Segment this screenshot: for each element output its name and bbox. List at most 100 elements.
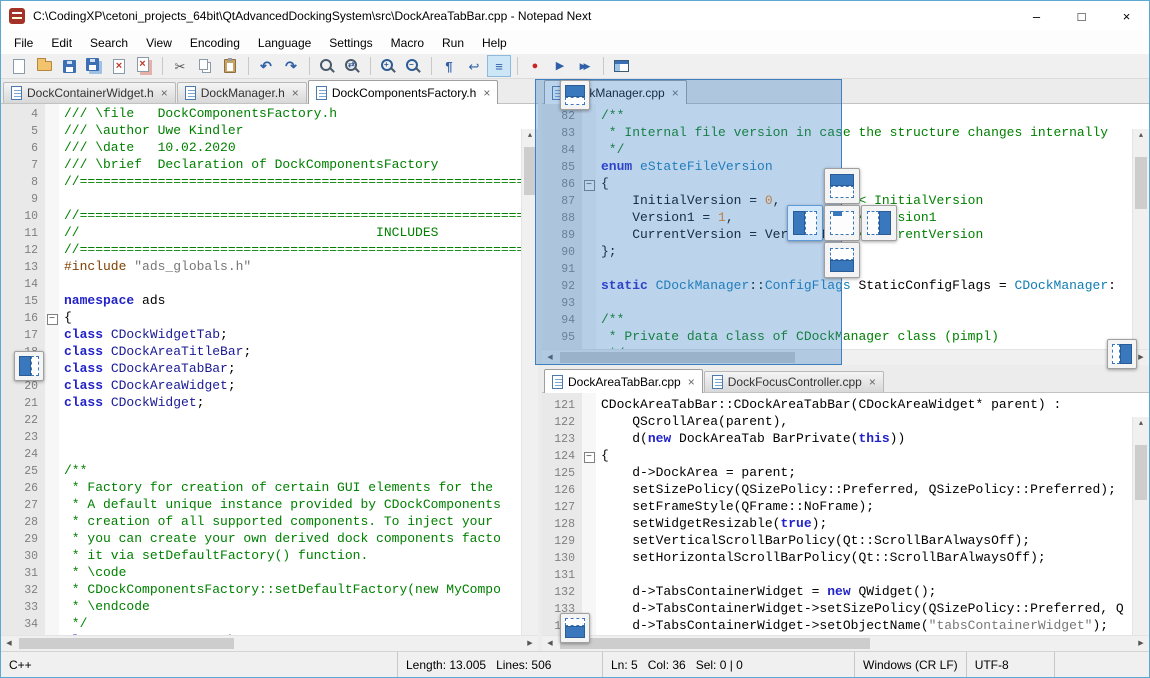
code-text[interactable]: /// \file DockComponentsFactory.h	[59, 106, 337, 121]
code-text[interactable]: class CDockWidget;	[59, 395, 204, 410]
menu-view[interactable]: View	[137, 33, 181, 53]
scroll-thumb[interactable]	[1135, 445, 1147, 500]
maximize-button[interactable]: □	[1059, 2, 1104, 31]
cut-button[interactable]: ✂	[168, 55, 192, 77]
close-button[interactable]: ×	[1104, 2, 1149, 31]
copy-button[interactable]	[193, 55, 217, 77]
code-text[interactable]: * you can create your own derived dock c…	[59, 531, 501, 546]
status-item-3[interactable]: Windows (CR LF)	[855, 652, 967, 677]
tab-DockContainerWidget.h[interactable]: DockContainerWidget.h×	[3, 82, 176, 103]
window-layout-button[interactable]	[609, 55, 633, 77]
code-text[interactable]: class CDockWidgetTab;	[59, 327, 228, 342]
tab-close-button[interactable]: ×	[292, 87, 299, 99]
scroll-left-arrow[interactable]: ◀	[1, 636, 17, 652]
tab-close-button[interactable]: ×	[869, 376, 876, 388]
code-text[interactable]: * it via setDefaultFactory() function.	[59, 548, 368, 563]
menu-help[interactable]: Help	[473, 33, 516, 53]
save-button[interactable]	[57, 55, 81, 77]
tab-DockAreaTabBar.cpp[interactable]: DockAreaTabBar.cpp×	[544, 369, 703, 393]
code-text[interactable]: * Factory for creation of certain GUI el…	[59, 480, 493, 495]
tab-close-button[interactable]: ×	[161, 87, 168, 99]
left-editor[interactable]: 4/// \file DockComponentsFactory.h5/// \…	[1, 104, 538, 635]
bottom-right-editor-code[interactable]: 121CDockAreaTabBar::CDockAreaTabBar(CDoc…	[542, 393, 1132, 635]
code-text[interactable]: /// \author Uwe Kindler	[59, 123, 243, 138]
code-text[interactable]: * creation of all supported components. …	[59, 514, 501, 529]
code-text[interactable]: d->DockArea = parent;	[596, 465, 796, 480]
scroll-thumb[interactable]	[560, 638, 870, 649]
code-text[interactable]: {	[596, 448, 609, 463]
status-item-0[interactable]: C++	[1, 652, 398, 677]
bottom-right-editor-hscrollbar[interactable]: ◀ ▶	[542, 635, 1149, 651]
code-text[interactable]: {	[59, 310, 72, 325]
find-button[interactable]	[315, 55, 339, 77]
left-editor-hscrollbar[interactable]: ◀ ▶	[1, 635, 538, 651]
tab-DockFocusController.cpp[interactable]: DockFocusController.cpp×	[704, 371, 884, 392]
code-text[interactable]	[596, 567, 601, 582]
open-file-button[interactable]	[32, 55, 56, 77]
code-text[interactable]	[59, 412, 64, 427]
code-text[interactable]: * \endcode	[59, 599, 150, 614]
run-macro-multiple-button[interactable]: ▶▶	[573, 55, 597, 77]
word-wrap-button[interactable]: ↩	[462, 55, 486, 77]
scroll-right-arrow[interactable]: ▶	[1133, 636, 1149, 652]
code-text[interactable]: * CDockComponentsFactory::setDefaultFact…	[59, 582, 501, 597]
code-text[interactable]: d->TabsContainerWidget->setObjectName("t…	[596, 618, 1108, 633]
code-text[interactable]: class CDockAreaTabBar;	[59, 361, 236, 376]
code-text[interactable]: */	[59, 616, 87, 631]
scroll-right-arrow[interactable]: ▶	[1133, 350, 1149, 366]
code-text[interactable]: * A default unique instance provided by …	[59, 497, 501, 512]
top-right-editor-vscrollbar[interactable]: ▲ ▼	[1132, 129, 1149, 374]
paste-button[interactable]	[218, 55, 242, 77]
scroll-thumb[interactable]	[1135, 157, 1147, 209]
app-icon[interactable]	[9, 8, 25, 24]
code-text[interactable]: //======================================…	[59, 242, 521, 257]
code-text[interactable]: setWidgetResizable(true);	[596, 516, 827, 531]
code-text[interactable]: d->TabsContainerWidget->setSizePolicy(QS…	[596, 601, 1124, 616]
menu-edit[interactable]: Edit	[42, 33, 81, 53]
code-text[interactable]: setHorizontalScrollBarPolicy(Qt::ScrollB…	[596, 550, 1046, 565]
code-text[interactable]: // INCLUDES	[59, 225, 438, 240]
show-indent-guide-button[interactable]: ≡	[487, 55, 511, 77]
code-text[interactable]: setSizePolicy(QSizePolicy::Preferred, QS…	[596, 482, 1116, 497]
show-all-characters-button[interactable]: ¶	[437, 55, 461, 77]
menu-encoding[interactable]: Encoding	[181, 33, 249, 53]
status-item-4[interactable]: UTF-8	[967, 652, 1055, 677]
minimize-button[interactable]: –	[1014, 2, 1059, 31]
fold-marker[interactable]: −	[47, 314, 58, 325]
code-text[interactable]: setVerticalScrollBarPolicy(Qt::ScrollBar…	[596, 533, 1030, 548]
menu-language[interactable]: Language	[249, 33, 320, 53]
code-text[interactable]: /// \date 10.02.2020	[59, 140, 236, 155]
tab-DockComponentsFactory.h[interactable]: DockComponentsFactory.h×	[308, 80, 499, 104]
code-text[interactable]: //======================================…	[59, 174, 521, 189]
code-text[interactable]: namespace ads	[59, 293, 165, 308]
zoom-in-button[interactable]: +	[376, 55, 400, 77]
menu-macro[interactable]: Macro	[382, 33, 433, 53]
scroll-thumb[interactable]	[19, 638, 234, 649]
code-text[interactable]: class CDockAreaWidget;	[59, 378, 236, 393]
code-text[interactable]: * \code	[59, 565, 126, 580]
tab-close-button[interactable]: ×	[688, 376, 695, 388]
zoom-out-button[interactable]: −	[401, 55, 425, 77]
scroll-left-arrow[interactable]: ◀	[542, 636, 558, 652]
scroll-up-arrow[interactable]: ▲	[1133, 417, 1149, 432]
code-text[interactable]: d(new DockAreaTab BarPrivate(this))	[596, 431, 905, 446]
close-all-button[interactable]: ×	[132, 55, 156, 77]
menu-run[interactable]: Run	[433, 33, 473, 53]
left-editor-code[interactable]: 4/// \file DockComponentsFactory.h5/// \…	[1, 104, 521, 635]
code-text[interactable]: /// \brief Declaration of DockComponents…	[59, 157, 438, 172]
redo-button[interactable]: ↷	[279, 55, 303, 77]
code-text[interactable]: QScrollArea(parent),	[596, 414, 788, 429]
code-text[interactable]	[59, 429, 64, 444]
bottom-right-editor-vscrollbar[interactable]: ▲ ▼	[1132, 417, 1149, 659]
bottom-right-editor[interactable]: 121CDockAreaTabBar::CDockAreaTabBar(CDoc…	[542, 393, 1149, 635]
tab-DockManager.h[interactable]: DockManager.h×	[177, 82, 307, 103]
menu-search[interactable]: Search	[81, 33, 137, 53]
code-text[interactable]: setFrameStyle(QFrame::NoFrame);	[596, 499, 874, 514]
code-text[interactable]: class CDockAreaTitleBar;	[59, 344, 251, 359]
save-all-button[interactable]	[82, 55, 106, 77]
code-text[interactable]	[59, 191, 64, 206]
replace-button[interactable]: ⇄	[340, 55, 364, 77]
code-text[interactable]: //======================================…	[59, 208, 521, 223]
scroll-right-arrow[interactable]: ▶	[522, 636, 538, 652]
play-macro-button[interactable]: ▶	[548, 55, 572, 77]
